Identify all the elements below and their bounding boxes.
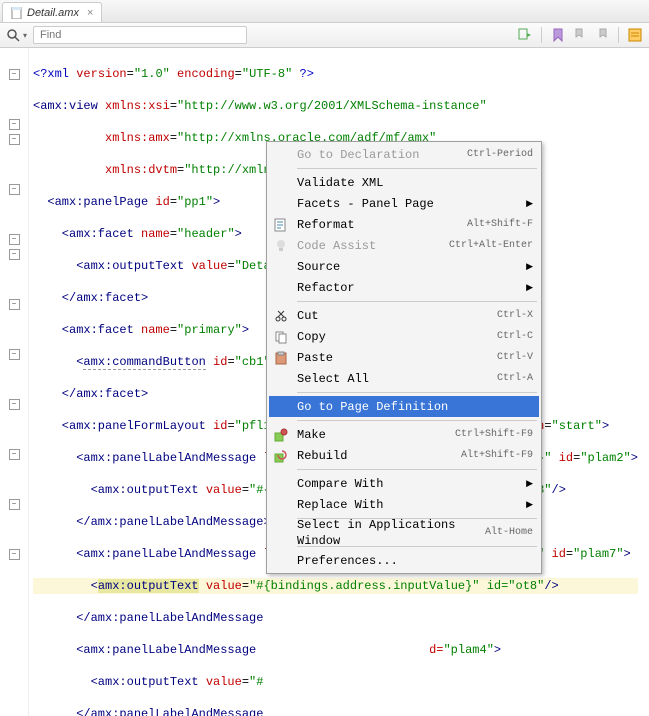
menu-separator: [297, 168, 537, 169]
highlighted-line: <amx:outputText value="#{bindings.addres…: [33, 578, 638, 594]
find-toolbar: ▾: [0, 23, 649, 48]
menu-copy[interactable]: CopyCtrl-C: [269, 326, 539, 347]
fold-toggle[interactable]: −: [9, 549, 20, 560]
close-icon[interactable]: ×: [87, 7, 93, 19]
bookmark-prev-icon[interactable]: [572, 27, 588, 43]
paste-icon: [273, 350, 289, 366]
document-icon: [11, 7, 23, 19]
fold-toggle[interactable]: −: [9, 349, 20, 360]
copy-icon: [273, 329, 289, 345]
go-icon[interactable]: [517, 27, 533, 43]
menu-cut[interactable]: CutCtrl-X: [269, 305, 539, 326]
code-editor[interactable]: − − − − − − − − − − − − <?xml version="1…: [0, 48, 649, 716]
fold-toggle[interactable]: −: [9, 249, 20, 260]
find-input[interactable]: [33, 26, 247, 44]
menu-make[interactable]: MakeCtrl+Shift-F9: [269, 424, 539, 445]
fold-toggle[interactable]: −: [9, 499, 20, 510]
fold-toggle[interactable]: −: [9, 234, 20, 245]
fold-toggle[interactable]: −: [9, 119, 20, 130]
fold-gutter: − − − − − − − − − − − −: [0, 48, 29, 716]
fold-toggle[interactable]: −: [9, 449, 20, 460]
dropdown-icon[interactable]: ▾: [23, 31, 27, 40]
separator: [541, 27, 542, 43]
fold-toggle[interactable]: −: [9, 69, 20, 80]
menu-validate-xml[interactable]: Validate XML: [269, 172, 539, 193]
tab-bar: Detail.amx ×: [0, 0, 649, 23]
menu-replace-with[interactable]: Replace With▶: [269, 494, 539, 515]
fold-toggle[interactable]: −: [9, 134, 20, 145]
menu-compare-with[interactable]: Compare With▶: [269, 473, 539, 494]
bookmark-icon[interactable]: [550, 27, 566, 43]
tab-title: Detail.amx: [27, 7, 79, 19]
file-tab[interactable]: Detail.amx ×: [2, 2, 102, 22]
menu-rebuild[interactable]: RebuildAlt+Shift-F9: [269, 445, 539, 466]
menu-select-all[interactable]: Select AllCtrl-A: [269, 368, 539, 389]
menu-refactor[interactable]: Refactor▶: [269, 277, 539, 298]
menu-go-page-definition[interactable]: Go to Page Definition: [269, 396, 539, 417]
menu-separator: [297, 420, 537, 421]
context-menu: Go to DeclarationCtrl-Period Validate XM…: [266, 141, 542, 574]
menu-paste[interactable]: PasteCtrl-V: [269, 347, 539, 368]
reformat-icon: [273, 217, 289, 233]
menu-separator: [297, 392, 537, 393]
menu-code-assist: Code AssistCtrl+Alt-Enter: [269, 235, 539, 256]
menu-preferences[interactable]: Preferences...: [269, 550, 539, 571]
menu-facets[interactable]: Facets - Panel Page▶: [269, 193, 539, 214]
rebuild-icon: [273, 448, 289, 464]
lightbulb-icon: [273, 238, 289, 254]
menu-source[interactable]: Source▶: [269, 256, 539, 277]
search-icon[interactable]: [6, 28, 20, 42]
menu-select-in-app-window[interactable]: Select in Applications WindowAlt-Home: [269, 522, 539, 543]
menu-separator: [297, 301, 537, 302]
properties-icon[interactable]: [627, 27, 643, 43]
separator: [618, 27, 619, 43]
menu-go-declaration: Go to DeclarationCtrl-Period: [269, 144, 539, 165]
fold-toggle[interactable]: −: [9, 299, 20, 310]
bookmark-next-icon[interactable]: [594, 27, 610, 43]
fold-toggle[interactable]: −: [9, 184, 20, 195]
fold-toggle[interactable]: −: [9, 399, 20, 410]
menu-reformat[interactable]: ReformatAlt+Shift-F: [269, 214, 539, 235]
cut-icon: [273, 308, 289, 324]
make-icon: [273, 427, 289, 443]
menu-separator: [297, 469, 537, 470]
